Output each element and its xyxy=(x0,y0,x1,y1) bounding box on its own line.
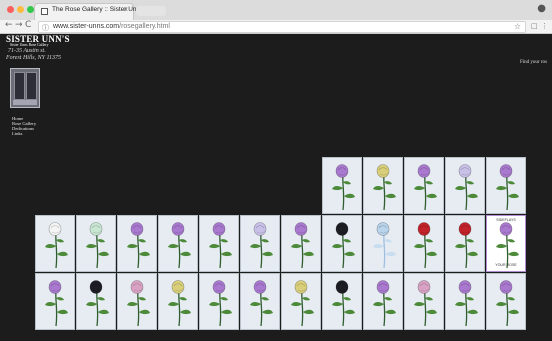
site-subtitle: Sister Unns Rose Gallery xyxy=(10,43,49,47)
rose-tile-lavender[interactable] xyxy=(322,157,362,214)
rose-tile-black[interactable] xyxy=(322,215,362,272)
rose-tile-black[interactable] xyxy=(76,273,116,330)
rose-tile-lightlavender[interactable] xyxy=(240,215,280,272)
rose-tile-lavender[interactable] xyxy=(486,157,526,214)
rose-icon xyxy=(45,280,68,327)
rose-icon xyxy=(496,280,519,327)
rose-icon xyxy=(127,222,150,269)
rose-tile-lavender[interactable] xyxy=(486,273,526,330)
rose-tile-pink[interactable] xyxy=(117,273,157,330)
back-icon[interactable]: ← xyxy=(5,20,13,30)
rose-tile-lavender[interactable] xyxy=(199,273,239,330)
extension-icon[interactable]: □ xyxy=(531,22,538,30)
reload-icon[interactable]: C xyxy=(25,20,31,30)
rose-tile-lavender[interactable] xyxy=(281,215,321,272)
browser-tab[interactable]: The Rose Gallery :: Sister Unn × xyxy=(34,3,140,20)
rose-tile-lightlavender[interactable] xyxy=(445,157,485,214)
rose-icon xyxy=(496,164,519,211)
rose-icon xyxy=(455,164,478,211)
rose-icon xyxy=(414,222,437,269)
tab-close-icon[interactable]: × xyxy=(123,5,128,14)
rose-icon xyxy=(209,222,232,269)
shop-door-logo xyxy=(10,68,40,108)
rose-icon xyxy=(291,280,314,327)
rose-tile-lavender[interactable] xyxy=(158,215,198,272)
rose-tile-mint[interactable] xyxy=(76,215,116,272)
menu-links[interactable]: Links xyxy=(12,131,22,136)
rose-tile-sketch[interactable] xyxy=(363,215,403,272)
rose-icon xyxy=(373,222,396,269)
rose-icon xyxy=(455,222,478,269)
rose-tile-black[interactable] xyxy=(322,273,362,330)
rose-icon xyxy=(373,164,396,211)
rose-icon xyxy=(332,164,355,211)
selected-rose-tile[interactable]: SIDEFLAYS YOUR ROSE xyxy=(486,215,526,272)
rose-icon xyxy=(332,222,355,269)
address-line-2: Forest Hills, NY 11375 xyxy=(6,55,62,61)
rose-tile-lavender[interactable] xyxy=(445,273,485,330)
tab-bar: The Rose Gallery :: Sister Unn × ● xyxy=(0,0,552,20)
close-window-button[interactable] xyxy=(7,6,14,13)
maximize-window-button[interactable] xyxy=(27,6,34,13)
rose-icon xyxy=(414,164,437,211)
rose-tile-lavender[interactable] xyxy=(363,273,403,330)
rose-tile-red[interactable] xyxy=(404,215,444,272)
browser-toolbar: ← → C ⓘ www.sister-unns.com/rosegallery.… xyxy=(0,20,552,34)
rose-icon xyxy=(86,280,109,327)
rose-tile-lavender[interactable] xyxy=(404,157,444,214)
rose-icon xyxy=(209,280,232,327)
star-icon[interactable]: ☆ xyxy=(514,22,521,31)
url-domain: www.sister-unns.com xyxy=(53,23,120,30)
rose-icon xyxy=(291,222,314,269)
rose-icon xyxy=(45,222,68,269)
rose-tile-red[interactable] xyxy=(445,215,485,272)
rose-icon xyxy=(455,280,478,327)
rose-icon xyxy=(414,280,437,327)
rose-tile-lavender[interactable] xyxy=(117,215,157,272)
rose-icon xyxy=(127,280,150,327)
rose-tile-yellow[interactable] xyxy=(158,273,198,330)
menu-icon[interactable]: ⋮ xyxy=(541,22,548,30)
address-line-1: 71-35 Austin st. xyxy=(8,48,46,54)
rose-tile-lavender[interactable] xyxy=(35,273,75,330)
rose-tile-yellow[interactable] xyxy=(281,273,321,330)
rose-icon xyxy=(86,222,109,269)
selected-rose-label-top: SIDEFLAYS xyxy=(496,218,516,222)
find-your-rose-text: Find your ros xyxy=(520,60,547,65)
rose-icon xyxy=(168,222,191,269)
info-icon[interactable]: ⓘ xyxy=(42,23,49,33)
selected-rose-label-bottom: YOUR ROSE xyxy=(495,263,517,267)
rose-tile-lavender[interactable] xyxy=(240,273,280,330)
address-url: www.sister-unns.com/rosegallery.html xyxy=(53,23,170,30)
rose-icon xyxy=(373,280,396,327)
forward-icon[interactable]: → xyxy=(15,20,23,30)
url-path: /rosegallery.html xyxy=(119,23,170,30)
rose-icon xyxy=(250,222,273,269)
minimize-window-button[interactable] xyxy=(17,6,24,13)
rose-icon xyxy=(332,280,355,327)
rose-icon xyxy=(250,280,273,327)
rose-icon xyxy=(168,280,191,327)
address-bar[interactable]: ⓘ www.sister-unns.com/rosegallery.html ☆ xyxy=(38,21,526,33)
rose-tile-yellow[interactable] xyxy=(363,157,403,214)
rose-tile-lavender[interactable] xyxy=(199,215,239,272)
rose-tile-white[interactable] xyxy=(35,215,75,272)
profile-icon[interactable]: ● xyxy=(537,3,546,14)
favicon-icon xyxy=(41,8,48,15)
rose-tile-pink[interactable] xyxy=(404,273,444,330)
new-tab-button[interactable] xyxy=(136,6,166,16)
